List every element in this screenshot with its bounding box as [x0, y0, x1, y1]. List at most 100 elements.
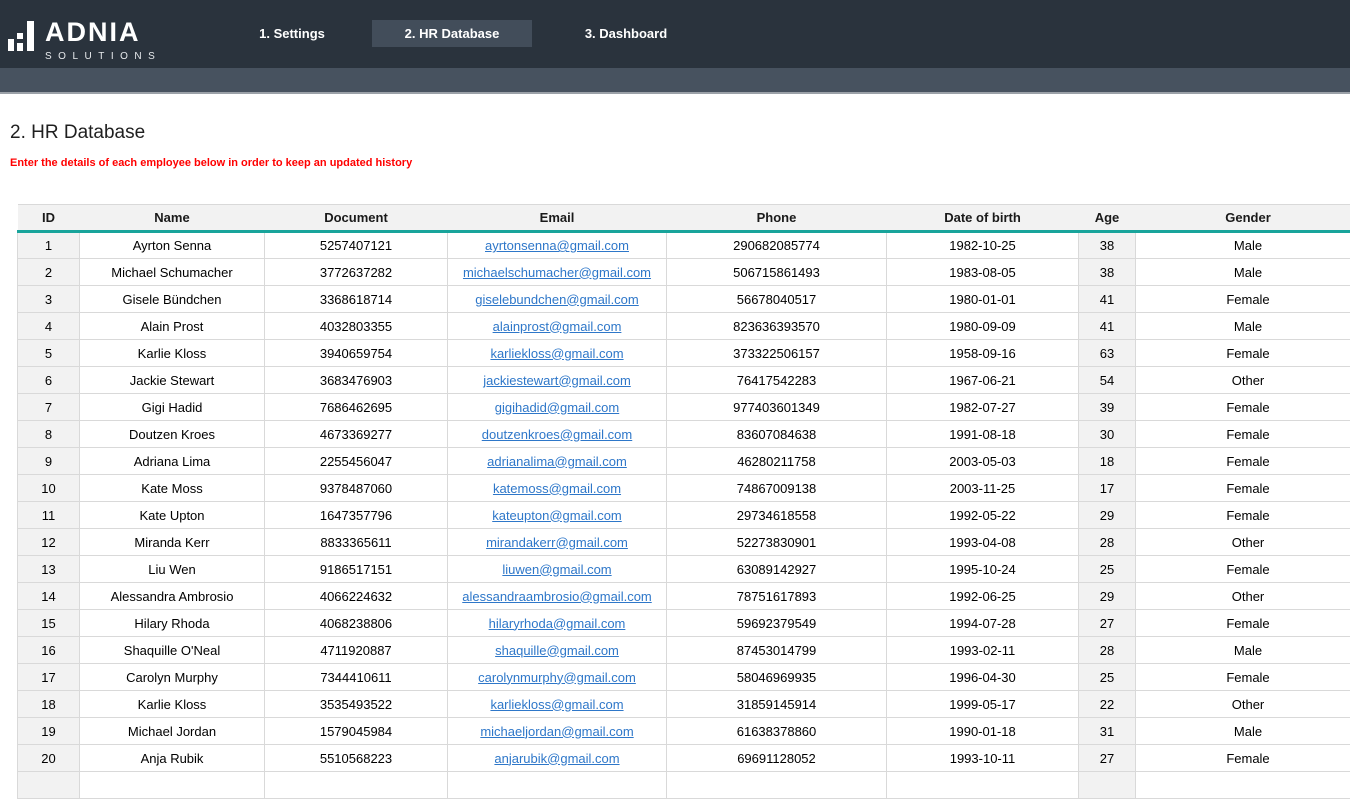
name-cell[interactable]: Kate Upton — [79, 501, 265, 529]
phone-cell[interactable]: 87453014799 — [666, 636, 887, 664]
phone-cell[interactable]: 59692379549 — [666, 609, 887, 637]
id-cell[interactable]: 19 — [17, 717, 80, 745]
name-cell[interactable]: Hilary Rhoda — [79, 609, 265, 637]
email-cell[interactable]: giselebundchen@gmail.com — [447, 285, 667, 313]
name-cell[interactable]: Carolyn Murphy — [79, 663, 265, 691]
phone-cell[interactable]: 83607084638 — [666, 420, 887, 448]
empty-cell[interactable] — [447, 771, 667, 799]
id-cell[interactable]: 2 — [17, 258, 80, 286]
email-link[interactable]: shaquille@gmail.com — [495, 643, 619, 658]
email-link[interactable]: gigihadid@gmail.com — [495, 400, 619, 415]
phone-cell[interactable]: 977403601349 — [666, 393, 887, 421]
age-cell[interactable]: 38 — [1078, 231, 1136, 259]
name-cell[interactable]: Liu Wen — [79, 555, 265, 583]
email-cell[interactable]: adrianalima@gmail.com — [447, 447, 667, 475]
name-cell[interactable]: Miranda Kerr — [79, 528, 265, 556]
email-link[interactable]: karliekloss@gmail.com — [490, 346, 623, 361]
phone-cell[interactable]: 290682085774 — [666, 231, 887, 259]
document-cell[interactable]: 3535493522 — [264, 690, 448, 718]
gender-cell[interactable]: Male — [1135, 636, 1350, 664]
email-link[interactable]: ayrtonsenna@gmail.com — [485, 238, 629, 253]
empty-cell[interactable] — [666, 771, 887, 799]
dob-cell[interactable]: 1980-01-01 — [886, 285, 1079, 313]
gender-cell[interactable]: Male — [1135, 312, 1350, 340]
age-cell[interactable]: 63 — [1078, 339, 1136, 367]
phone-cell[interactable]: 31859145914 — [666, 690, 887, 718]
gender-cell[interactable]: Female — [1135, 339, 1350, 367]
name-cell[interactable]: Ayrton Senna — [79, 231, 265, 259]
dob-cell[interactable]: 1993-04-08 — [886, 528, 1079, 556]
age-cell[interactable]: 54 — [1078, 366, 1136, 394]
phone-cell[interactable]: 78751617893 — [666, 582, 887, 610]
id-cell[interactable]: 11 — [17, 501, 80, 529]
gender-cell[interactable]: Male — [1135, 258, 1350, 286]
document-cell[interactable]: 3772637282 — [264, 258, 448, 286]
gender-cell[interactable]: Female — [1135, 663, 1350, 691]
id-cell[interactable]: 14 — [17, 582, 80, 610]
tab-dashboard[interactable]: 3. Dashboard — [546, 20, 706, 47]
email-cell[interactable]: karliekloss@gmail.com — [447, 690, 667, 718]
empty-cell[interactable] — [264, 771, 448, 799]
gender-cell[interactable]: Female — [1135, 555, 1350, 583]
dob-cell[interactable]: 1995-10-24 — [886, 555, 1079, 583]
phone-cell[interactable]: 46280211758 — [666, 447, 887, 475]
email-cell[interactable]: anjarubik@gmail.com — [447, 744, 667, 772]
gender-cell[interactable]: Female — [1135, 474, 1350, 502]
email-cell[interactable]: karliekloss@gmail.com — [447, 339, 667, 367]
dob-cell[interactable]: 1983-08-05 — [886, 258, 1079, 286]
email-link[interactable]: jackiestewart@gmail.com — [483, 373, 631, 388]
phone-cell[interactable]: 823636393570 — [666, 312, 887, 340]
dob-cell[interactable]: 1980-09-09 — [886, 312, 1079, 340]
id-cell[interactable]: 5 — [17, 339, 80, 367]
dob-cell[interactable]: 1967-06-21 — [886, 366, 1079, 394]
email-cell[interactable]: gigihadid@gmail.com — [447, 393, 667, 421]
dob-cell[interactable]: 2003-11-25 — [886, 474, 1079, 502]
email-cell[interactable]: shaquille@gmail.com — [447, 636, 667, 664]
gender-cell[interactable]: Other — [1135, 690, 1350, 718]
dob-cell[interactable]: 2003-05-03 — [886, 447, 1079, 475]
age-cell[interactable]: 28 — [1078, 636, 1136, 664]
email-link[interactable]: carolynmurphy@gmail.com — [478, 670, 636, 685]
age-cell[interactable]: 31 — [1078, 717, 1136, 745]
phone-cell[interactable]: 74867009138 — [666, 474, 887, 502]
id-cell[interactable]: 1 — [17, 231, 80, 259]
id-cell[interactable]: 6 — [17, 366, 80, 394]
phone-cell[interactable]: 58046969935 — [666, 663, 887, 691]
phone-cell[interactable]: 61638378860 — [666, 717, 887, 745]
document-cell[interactable]: 4068238806 — [264, 609, 448, 637]
email-link[interactable]: katemoss@gmail.com — [493, 481, 621, 496]
id-cell[interactable]: 9 — [17, 447, 80, 475]
id-cell[interactable]: 4 — [17, 312, 80, 340]
gender-cell[interactable]: Male — [1135, 717, 1350, 745]
document-cell[interactable]: 7344410611 — [264, 663, 448, 691]
email-link[interactable]: kateupton@gmail.com — [492, 508, 622, 523]
name-cell[interactable]: Jackie Stewart — [79, 366, 265, 394]
document-cell[interactable]: 4066224632 — [264, 582, 448, 610]
age-cell[interactable]: 29 — [1078, 501, 1136, 529]
age-cell[interactable]: 41 — [1078, 312, 1136, 340]
gender-cell[interactable]: Female — [1135, 501, 1350, 529]
document-cell[interactable]: 3940659754 — [264, 339, 448, 367]
email-cell[interactable]: alessandraambrosio@gmail.com — [447, 582, 667, 610]
dob-cell[interactable]: 1999-05-17 — [886, 690, 1079, 718]
dob-cell[interactable]: 1994-07-28 — [886, 609, 1079, 637]
name-cell[interactable]: Michael Schumacher — [79, 258, 265, 286]
age-cell[interactable]: 30 — [1078, 420, 1136, 448]
email-cell[interactable]: hilaryrhoda@gmail.com — [447, 609, 667, 637]
email-link[interactable]: doutzenkroes@gmail.com — [482, 427, 632, 442]
empty-cell[interactable] — [886, 771, 1079, 799]
email-cell[interactable]: carolynmurphy@gmail.com — [447, 663, 667, 691]
phone-cell[interactable]: 506715861493 — [666, 258, 887, 286]
document-cell[interactable]: 8833365611 — [264, 528, 448, 556]
dob-cell[interactable]: 1993-10-11 — [886, 744, 1079, 772]
id-cell[interactable]: 8 — [17, 420, 80, 448]
email-link[interactable]: karliekloss@gmail.com — [490, 697, 623, 712]
id-cell[interactable]: 20 — [17, 744, 80, 772]
gender-cell[interactable]: Female — [1135, 420, 1350, 448]
document-cell[interactable]: 3683476903 — [264, 366, 448, 394]
age-cell[interactable]: 22 — [1078, 690, 1136, 718]
name-cell[interactable]: Karlie Kloss — [79, 339, 265, 367]
phone-cell[interactable]: 69691128052 — [666, 744, 887, 772]
document-cell[interactable]: 1647357796 — [264, 501, 448, 529]
email-link[interactable]: michaelschumacher@gmail.com — [463, 265, 651, 280]
